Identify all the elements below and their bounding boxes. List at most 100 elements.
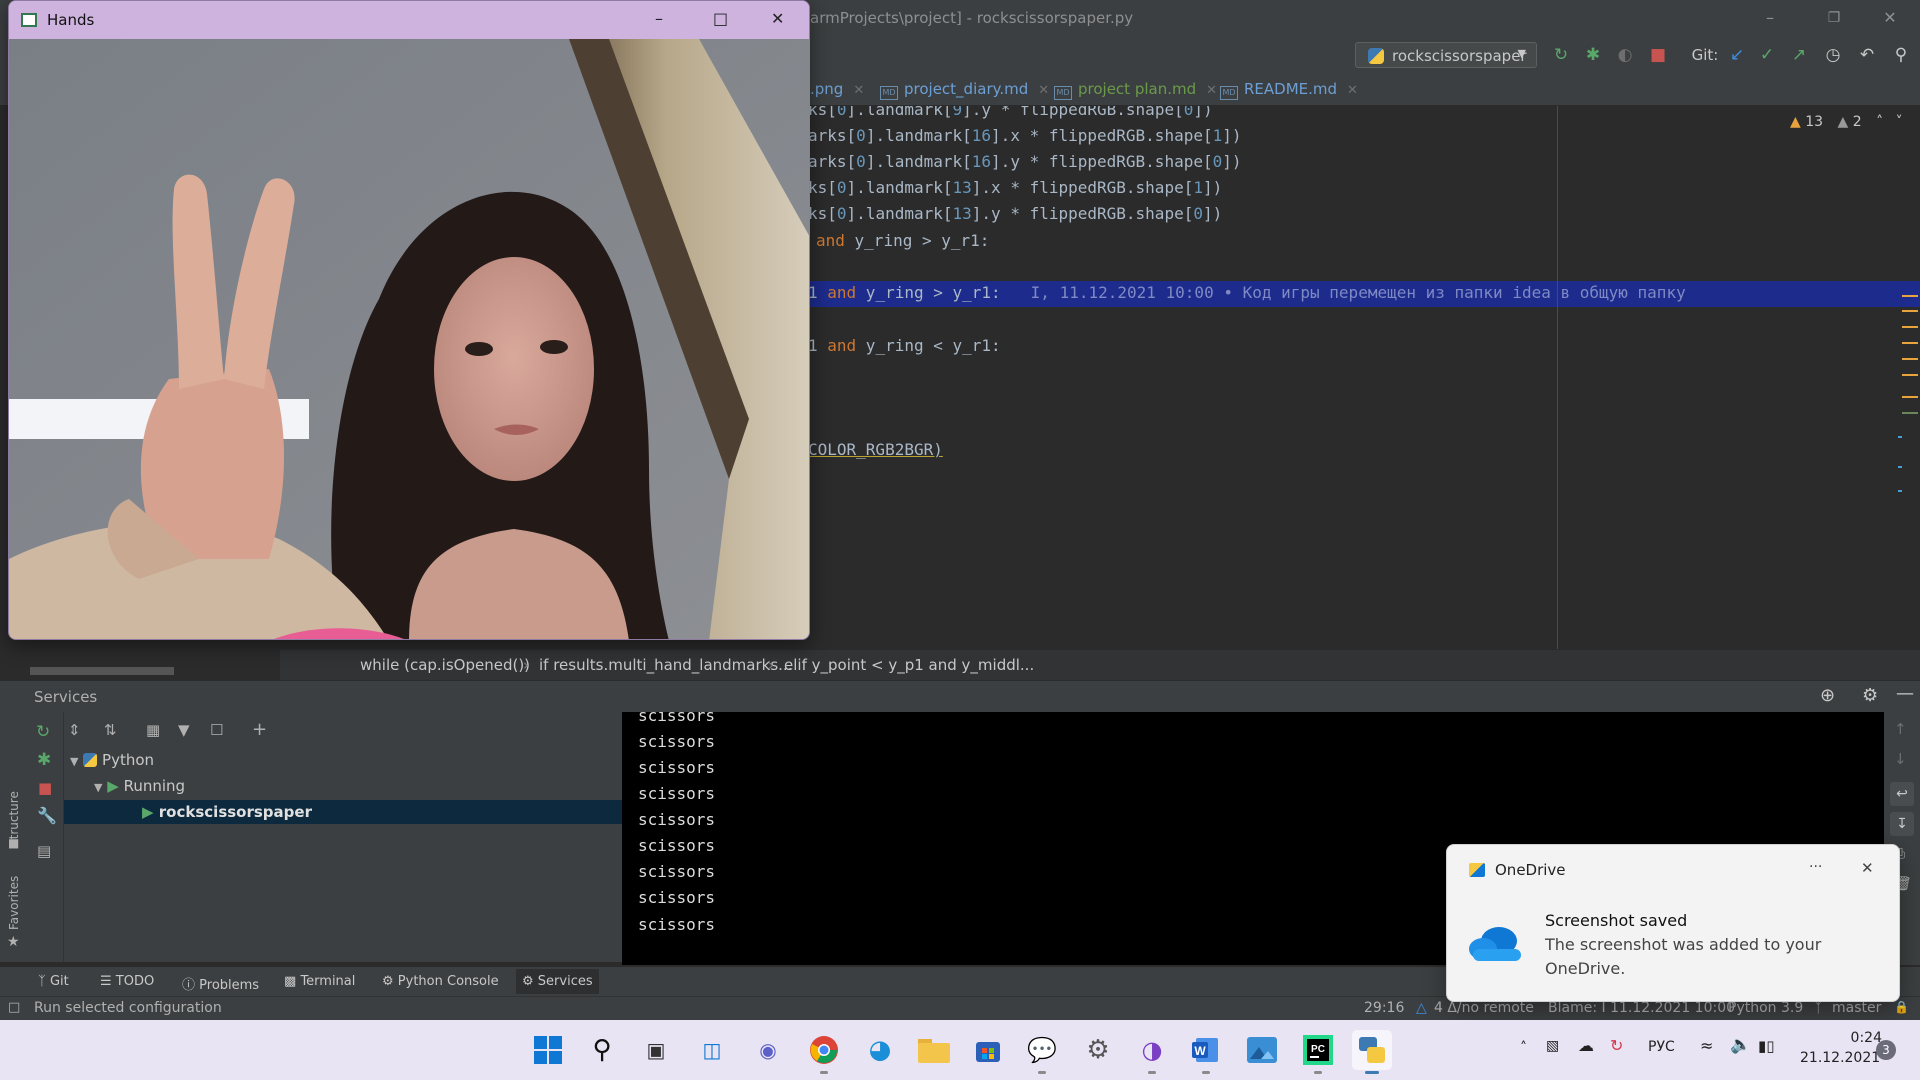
minimize-button[interactable]: –	[1758, 6, 1782, 30]
rollback-icon[interactable]: ↶	[1856, 44, 1878, 66]
debug-icon[interactable]: ✱	[1582, 44, 1604, 66]
close-icon[interactable]: ✕	[1206, 83, 1217, 98]
maximize-button[interactable]: □	[713, 9, 728, 28]
tree-node-rockscissorspaper[interactable]: ▶ rockscissorspaper	[142, 800, 312, 824]
horizontal-scrollbar[interactable]	[30, 667, 174, 675]
arrow-down-icon[interactable]: ↓	[1894, 750, 1907, 768]
tab-project-diary[interactable]: MD project_diary.md ✕	[880, 72, 1049, 106]
start-button[interactable]	[528, 1030, 568, 1070]
gear-icon[interactable]: ⚙	[1862, 685, 1878, 706]
caret-position[interactable]: 29:16	[1364, 1000, 1404, 1016]
language-indicator[interactable]: РУС	[1648, 1039, 1675, 1055]
wifi-icon[interactable]: ≈	[1700, 1036, 1713, 1055]
breadcrumb-item[interactable]: while (cap.isOpened())	[360, 656, 530, 674]
clock-time[interactable]: 0:24	[1812, 1030, 1882, 1046]
chevron-up-icon[interactable]: ˄	[1876, 114, 1883, 130]
tab-png[interactable]: .png ✕	[810, 72, 864, 106]
stop-icon[interactable]: ■	[38, 779, 52, 797]
arrow-up-icon[interactable]: ↑	[1894, 720, 1907, 738]
python-app-icon[interactable]	[1352, 1030, 1392, 1074]
widgets-icon[interactable]: ◫	[692, 1030, 732, 1070]
search-icon[interactable]: ⚲	[582, 1030, 622, 1070]
close-icon[interactable]: ✕	[1347, 83, 1358, 98]
restore-button[interactable]: ❐	[1822, 6, 1846, 30]
vcs-status[interactable]: 4 Δ/no remote	[1434, 1000, 1534, 1016]
layout-icon[interactable]: ▤	[37, 842, 51, 860]
blame-status[interactable]: Blame: I 11.12.2021 10:00	[1548, 1000, 1735, 1016]
filter-icon[interactable]: ▼	[178, 721, 190, 739]
hands-window[interactable]: Hands – □ ✕	[8, 0, 810, 640]
rerun-icon[interactable]: ↻	[1550, 44, 1572, 66]
onedrive-notification[interactable]: OneDrive ··· ✕ Screenshot saved The scre…	[1446, 844, 1900, 1002]
task-view-icon[interactable]: ▣	[636, 1030, 676, 1070]
close-button[interactable]: ✕	[1878, 6, 1902, 30]
close-button[interactable]: ✕	[771, 9, 784, 28]
inspection-widget[interactable]: ▲ 13 ▲ 2 ˄ ˅	[1790, 114, 1903, 130]
debug-icon[interactable]: ✱	[37, 750, 51, 770]
favorites-tab[interactable]: Favorites	[7, 876, 21, 930]
edge-icon[interactable]: ◕	[860, 1030, 900, 1070]
photos-icon[interactable]	[1242, 1030, 1282, 1070]
chevron-down-icon[interactable]: ˅	[1896, 114, 1903, 130]
teams-chat-icon[interactable]: ◉	[748, 1030, 788, 1070]
more-options-button[interactable]: ···	[1809, 859, 1822, 875]
group-by-icon[interactable]: ▦	[146, 721, 160, 739]
collapse-all-icon[interactable]: ⇅	[104, 721, 117, 739]
branch-status[interactable]: master	[1832, 1000, 1881, 1016]
history-icon[interactable]: ◷	[1822, 44, 1844, 66]
file-explorer-icon[interactable]	[914, 1030, 954, 1070]
new-tab-icon[interactable]: ☐	[210, 721, 223, 739]
cloud-icon[interactable]: ☁	[1578, 1036, 1594, 1055]
tab-project-plan[interactable]: MD project plan.md ✕	[1054, 72, 1217, 106]
hands-titlebar[interactable]: Hands – □ ✕	[9, 1, 809, 39]
toolwindow-services[interactable]: ⚙ Services	[516, 969, 599, 994]
tab-readme[interactable]: MD README.md ✕	[1220, 72, 1358, 106]
browser-icon[interactable]: ◑	[1132, 1030, 1172, 1074]
breadcrumb-item[interactable]: if results.multi_hand_landmarks...	[539, 656, 792, 674]
store-icon[interactable]	[968, 1030, 1008, 1070]
expand-all-icon[interactable]: ⇕	[68, 721, 81, 739]
add-service-icon[interactable]: +	[252, 719, 267, 740]
word-icon[interactable]: W	[1186, 1030, 1226, 1074]
close-icon[interactable]: ✕	[1038, 83, 1049, 98]
pycharm-icon[interactable]: PC	[1298, 1030, 1338, 1074]
sync-icon[interactable]: ↻	[1610, 1036, 1623, 1055]
git-update-icon[interactable]: ↙	[1726, 44, 1748, 66]
git-push-icon[interactable]: ↗	[1788, 44, 1810, 66]
volume-icon[interactable]: 🔈	[1730, 1035, 1751, 1055]
toolwindow-python-console[interactable]: ⚙ Python Console	[382, 974, 499, 989]
wrench-icon[interactable]: 🔧	[37, 806, 57, 825]
lock-icon[interactable]: 🔒	[1894, 1000, 1909, 1014]
notification-badge[interactable]: 3	[1876, 1040, 1896, 1060]
meter-icon[interactable]: ▧	[1546, 1038, 1559, 1054]
close-icon[interactable]: ✕	[1861, 859, 1874, 877]
minimize-button[interactable]: –	[655, 9, 663, 28]
show-hidden-icons[interactable]: ˄	[1520, 1040, 1527, 1056]
coverage-icon[interactable]: ◐	[1614, 44, 1636, 66]
scroll-to-end-icon[interactable]: ↧	[1890, 812, 1914, 836]
status-square-icon[interactable]: □	[8, 1000, 20, 1015]
settings-icon[interactable]: ⚙	[1078, 1030, 1118, 1070]
close-icon[interactable]: ✕	[853, 83, 864, 98]
toolwindow-terminal[interactable]: ▩ Terminal	[284, 974, 355, 989]
minimize-panel-icon[interactable]: —	[1896, 683, 1914, 704]
tree-label: Python	[102, 751, 155, 769]
stop-icon[interactable]: ■	[1647, 44, 1669, 66]
search-icon[interactable]: ⚲	[1890, 44, 1912, 66]
run-configuration-select[interactable]: rockscissorspaper ▼	[1355, 42, 1537, 68]
chat-app-icon[interactable]: 💬	[1022, 1030, 1062, 1074]
breadcrumb-item[interactable]: elif y_point < y_p1 and y_middl...	[784, 656, 1034, 674]
battery-icon[interactable]: ▮▯	[1758, 1037, 1775, 1055]
git-commit-icon[interactable]: ✓	[1756, 44, 1778, 66]
crosshair-icon[interactable]: ⊕	[1820, 685, 1835, 706]
toolwindow-git[interactable]: ᛉ Git	[38, 974, 69, 989]
clock-date[interactable]: 21.12.2021	[1800, 1050, 1880, 1066]
soft-wrap-icon[interactable]: ↩	[1890, 782, 1914, 806]
rerun-icon[interactable]: ↻	[36, 722, 50, 742]
interpreter-status[interactable]: Python 3.9	[1728, 1000, 1803, 1016]
tree-node-python[interactable]: ▼ Python	[70, 748, 154, 772]
toolwindow-problems[interactable]: ⓘ Problems	[182, 974, 259, 993]
tree-node-running[interactable]: ▼ ▶ Running	[94, 774, 185, 798]
toolwindow-todo[interactable]: ☰ TODO	[100, 974, 154, 989]
chrome-icon[interactable]	[804, 1030, 844, 1074]
